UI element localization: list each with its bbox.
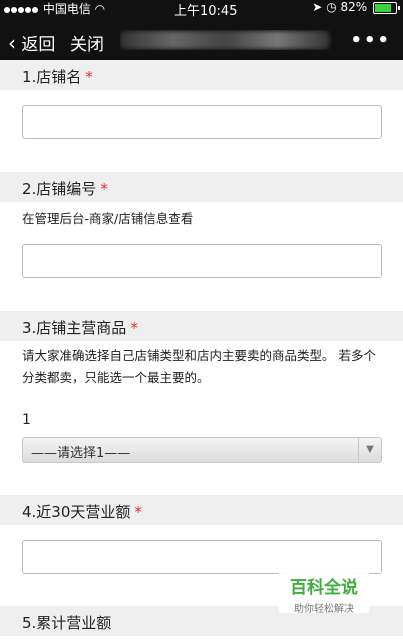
- field-label: 3.店铺主营商品: [22, 319, 127, 337]
- required-marker: *: [130, 319, 138, 337]
- field-label: 5.累计营业额: [22, 614, 112, 632]
- battery-percent: 82%: [340, 0, 368, 14]
- watermark-logo: 百科全说 助你轻松解决: [279, 569, 369, 615]
- required-marker: *: [85, 68, 93, 86]
- location-icon: ➤: [312, 0, 323, 14]
- main-goods-select[interactable]: ——请选择1—— ▼: [22, 437, 382, 463]
- watermark-title: 百科全说: [290, 578, 358, 598]
- field-header-shop-id: 2.店铺编号 *: [0, 172, 403, 202]
- shop-id-input[interactable]: [22, 244, 382, 278]
- battery-icon: [373, 1, 400, 14]
- field-label: 2.店铺编号: [22, 180, 97, 198]
- field-label: 4.近30天营业额: [22, 503, 131, 521]
- watermark-subtitle: 助你轻松解决: [294, 604, 354, 615]
- shop-id-hint: 在管理后台-商家/店铺信息查看: [22, 211, 194, 226]
- status-bar: 中国电信 ◠ 上午10:45 ➤ ◷ 82%: [0, 0, 403, 19]
- chevron-down-icon: ▼: [358, 438, 381, 462]
- close-button[interactable]: 关闭: [70, 30, 104, 55]
- select-value: ——请选择1——: [31, 446, 131, 461]
- alarm-icon: ◷: [326, 0, 337, 14]
- field-label: 1.店铺名: [22, 68, 82, 86]
- main-goods-hint: 请大家准确选择自己店铺类型和店内主要卖的商品类型。 若多个分类都卖，只能选一个最…: [22, 348, 376, 385]
- field-header-main-goods: 3.店铺主营商品 *: [0, 311, 403, 341]
- page-title-redacted: [120, 30, 350, 50]
- shop-name-input[interactable]: [22, 105, 382, 139]
- field-header-revenue-30d: 4.近30天营业额 *: [0, 495, 403, 525]
- top-nav-bar: 中国电信 ◠ 上午10:45 ➤ ◷ 82% ‹ 返回 关闭 •••: [0, 0, 403, 66]
- signal-carrier: 中国电信 ◠: [4, 0, 105, 17]
- more-menu-button[interactable]: •••: [350, 30, 391, 51]
- field-header-shop-name: 1.店铺名 *: [0, 60, 403, 90]
- chevron-left-icon: ‹: [8, 31, 16, 55]
- status-right: ➤ ◷ 82%: [312, 0, 400, 14]
- back-button[interactable]: ‹ 返回: [8, 30, 55, 55]
- carrier-label: 中国电信: [42, 2, 91, 16]
- required-marker: *: [100, 180, 108, 198]
- back-label: 返回: [21, 35, 56, 55]
- select-sub-label: 1: [22, 412, 31, 428]
- wifi-icon: ◠: [94, 2, 106, 16]
- signal-icon: [4, 2, 39, 16]
- clock: 上午10:45: [174, 4, 238, 19]
- required-marker: *: [134, 503, 142, 521]
